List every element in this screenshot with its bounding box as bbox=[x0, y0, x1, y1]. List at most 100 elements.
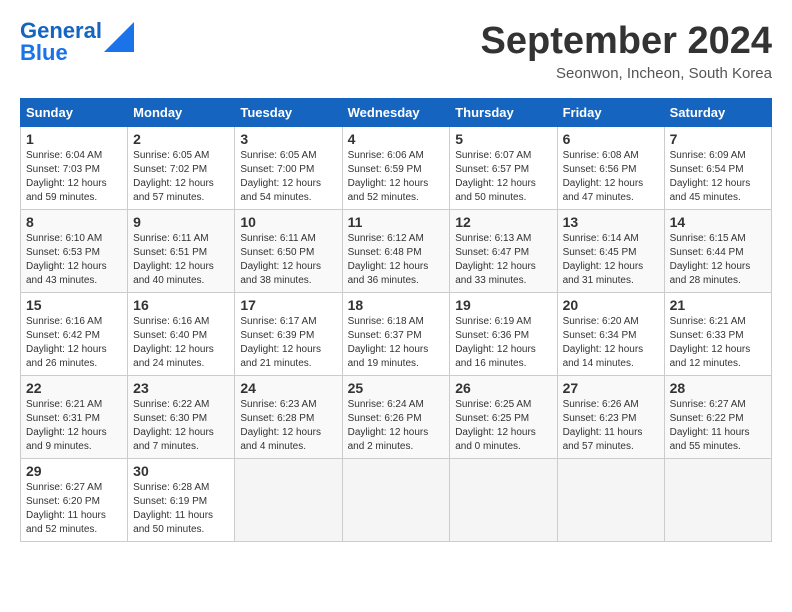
day-info: Sunrise: 6:11 AM Sunset: 6:51 PM Dayligh… bbox=[133, 232, 229, 288]
day-number: 10 bbox=[240, 214, 336, 230]
day-number: 7 bbox=[670, 131, 766, 147]
column-header-saturday: Saturday bbox=[664, 99, 771, 127]
calendar-cell: 25 Sunrise: 6:24 AM Sunset: 6:26 PM Dayli… bbox=[342, 376, 450, 459]
day-number: 27 bbox=[563, 380, 659, 396]
day-info: Sunrise: 6:16 AM Sunset: 6:40 PM Dayligh… bbox=[133, 315, 229, 371]
calendar-week-row: 29Sunrise: 6:27 AM Sunset: 6:20 PM Dayli… bbox=[21, 459, 772, 542]
day-info: Sunrise: 6:23 AM Sunset: 6:28 PM Dayligh… bbox=[240, 398, 336, 454]
calendar-week-row: 15 Sunrise: 6:16 AM Sunset: 6:42 PM Dayli… bbox=[21, 293, 772, 376]
day-number: 19 bbox=[455, 297, 551, 313]
day-info: Sunrise: 6:07 AM Sunset: 6:57 PM Dayligh… bbox=[455, 149, 551, 205]
day-number: 24 bbox=[240, 380, 336, 396]
day-number: 26 bbox=[455, 380, 551, 396]
day-info: Sunrise: 6:05 AM Sunset: 7:00 PM Dayligh… bbox=[240, 149, 336, 205]
calendar-cell bbox=[557, 459, 664, 542]
day-number: 3 bbox=[240, 131, 336, 147]
calendar-cell: 19 Sunrise: 6:19 AM Sunset: 6:36 PM Dayli… bbox=[450, 293, 557, 376]
calendar-cell: 15 Sunrise: 6:16 AM Sunset: 6:42 PM Dayli… bbox=[21, 293, 128, 376]
logo-text: GeneralBlue bbox=[20, 20, 102, 64]
day-number: 22 bbox=[26, 380, 122, 396]
day-info: Sunrise: 6:11 AM Sunset: 6:50 PM Dayligh… bbox=[240, 232, 336, 288]
calendar-header-row: SundayMondayTuesdayWednesdayThursdayFrid… bbox=[21, 99, 772, 127]
column-header-sunday: Sunday bbox=[21, 99, 128, 127]
day-info: Sunrise: 6:27 AM Sunset: 6:22 PM Dayligh… bbox=[670, 398, 766, 454]
day-info: Sunrise: 6:13 AM Sunset: 6:47 PM Dayligh… bbox=[455, 232, 551, 288]
calendar-cell: 14Sunrise: 6:15 AM Sunset: 6:44 PM Dayli… bbox=[664, 210, 771, 293]
day-number: 2 bbox=[133, 131, 229, 147]
day-info: Sunrise: 6:21 AM Sunset: 6:33 PM Dayligh… bbox=[670, 315, 766, 371]
day-info: Sunrise: 6:22 AM Sunset: 6:30 PM Dayligh… bbox=[133, 398, 229, 454]
title-area: September 2024 Seonwon, Incheon, South K… bbox=[481, 20, 773, 82]
page-header: GeneralBlue September 2024 Seonwon, Inch… bbox=[20, 20, 772, 82]
day-number: 17 bbox=[240, 297, 336, 313]
day-number: 20 bbox=[563, 297, 659, 313]
day-info: Sunrise: 6:21 AM Sunset: 6:31 PM Dayligh… bbox=[26, 398, 122, 454]
day-info: Sunrise: 6:25 AM Sunset: 6:25 PM Dayligh… bbox=[455, 398, 551, 454]
day-number: 8 bbox=[26, 214, 122, 230]
day-info: Sunrise: 6:28 AM Sunset: 6:19 PM Dayligh… bbox=[133, 481, 229, 537]
calendar-cell: 27 Sunrise: 6:26 AM Sunset: 6:23 PM Dayli… bbox=[557, 376, 664, 459]
calendar-cell: 21 Sunrise: 6:21 AM Sunset: 6:33 PM Dayli… bbox=[664, 293, 771, 376]
day-info: Sunrise: 6:12 AM Sunset: 6:48 PM Dayligh… bbox=[348, 232, 445, 288]
day-info: Sunrise: 6:06 AM Sunset: 6:59 PM Dayligh… bbox=[348, 149, 445, 205]
calendar-cell: 24 Sunrise: 6:23 AM Sunset: 6:28 PM Dayli… bbox=[235, 376, 342, 459]
day-info: Sunrise: 6:26 AM Sunset: 6:23 PM Dayligh… bbox=[563, 398, 659, 454]
column-header-wednesday: Wednesday bbox=[342, 99, 450, 127]
calendar-cell: 28 Sunrise: 6:27 AM Sunset: 6:22 PM Dayli… bbox=[664, 376, 771, 459]
calendar-cell: 23 Sunrise: 6:22 AM Sunset: 6:30 PM Dayli… bbox=[128, 376, 235, 459]
day-number: 21 bbox=[670, 297, 766, 313]
day-number: 28 bbox=[670, 380, 766, 396]
calendar-cell: 11Sunrise: 6:12 AM Sunset: 6:48 PM Dayli… bbox=[342, 210, 450, 293]
day-number: 14 bbox=[670, 214, 766, 230]
calendar-cell: 8 Sunrise: 6:10 AM Sunset: 6:53 PM Daylig… bbox=[21, 210, 128, 293]
column-header-tuesday: Tuesday bbox=[235, 99, 342, 127]
calendar-cell: 7 Sunrise: 6:09 AM Sunset: 6:54 PM Daylig… bbox=[664, 127, 771, 210]
day-number: 5 bbox=[455, 131, 551, 147]
calendar-cell bbox=[342, 459, 450, 542]
month-title: September 2024 bbox=[481, 20, 773, 63]
calendar-cell: 13Sunrise: 6:14 AM Sunset: 6:45 PM Dayli… bbox=[557, 210, 664, 293]
day-number: 12 bbox=[455, 214, 551, 230]
day-info: Sunrise: 6:16 AM Sunset: 6:42 PM Dayligh… bbox=[26, 315, 122, 371]
calendar-cell: 16 Sunrise: 6:16 AM Sunset: 6:40 PM Dayli… bbox=[128, 293, 235, 376]
calendar-week-row: 8 Sunrise: 6:10 AM Sunset: 6:53 PM Daylig… bbox=[21, 210, 772, 293]
calendar-cell: 29Sunrise: 6:27 AM Sunset: 6:20 PM Dayli… bbox=[21, 459, 128, 542]
day-info: Sunrise: 6:19 AM Sunset: 6:36 PM Dayligh… bbox=[455, 315, 551, 371]
day-number: 15 bbox=[26, 297, 122, 313]
day-number: 4 bbox=[348, 131, 445, 147]
calendar-cell: 4 Sunrise: 6:06 AM Sunset: 6:59 PM Daylig… bbox=[342, 127, 450, 210]
calendar-cell bbox=[664, 459, 771, 542]
day-info: Sunrise: 6:20 AM Sunset: 6:34 PM Dayligh… bbox=[563, 315, 659, 371]
calendar-cell: 3 Sunrise: 6:05 AM Sunset: 7:00 PM Daylig… bbox=[235, 127, 342, 210]
calendar-cell: 6Sunrise: 6:08 AM Sunset: 6:56 PM Daylig… bbox=[557, 127, 664, 210]
calendar-cell: 12 Sunrise: 6:13 AM Sunset: 6:47 PM Dayli… bbox=[450, 210, 557, 293]
day-info: Sunrise: 6:09 AM Sunset: 6:54 PM Dayligh… bbox=[670, 149, 766, 205]
day-info: Sunrise: 6:04 AM Sunset: 7:03 PM Dayligh… bbox=[26, 149, 122, 205]
day-number: 9 bbox=[133, 214, 229, 230]
location-title: Seonwon, Incheon, South Korea bbox=[481, 65, 773, 82]
day-info: Sunrise: 6:18 AM Sunset: 6:37 PM Dayligh… bbox=[348, 315, 445, 371]
column-header-thursday: Thursday bbox=[450, 99, 557, 127]
calendar-cell bbox=[235, 459, 342, 542]
calendar-cell: 30Sunrise: 6:28 AM Sunset: 6:19 PM Dayli… bbox=[128, 459, 235, 542]
calendar-cell bbox=[450, 459, 557, 542]
day-number: 25 bbox=[348, 380, 445, 396]
calendar-cell: 1 Sunrise: 6:04 AM Sunset: 7:03 PM Daylig… bbox=[21, 127, 128, 210]
calendar-cell: 18Sunrise: 6:18 AM Sunset: 6:37 PM Dayli… bbox=[342, 293, 450, 376]
day-number: 23 bbox=[133, 380, 229, 396]
column-header-monday: Monday bbox=[128, 99, 235, 127]
calendar-cell: 9 Sunrise: 6:11 AM Sunset: 6:51 PM Daylig… bbox=[128, 210, 235, 293]
day-info: Sunrise: 6:05 AM Sunset: 7:02 PM Dayligh… bbox=[133, 149, 229, 205]
calendar-cell: 2 Sunrise: 6:05 AM Sunset: 7:02 PM Daylig… bbox=[128, 127, 235, 210]
day-info: Sunrise: 6:08 AM Sunset: 6:56 PM Dayligh… bbox=[563, 149, 659, 205]
calendar-cell: 20 Sunrise: 6:20 AM Sunset: 6:34 PM Dayli… bbox=[557, 293, 664, 376]
day-info: Sunrise: 6:17 AM Sunset: 6:39 PM Dayligh… bbox=[240, 315, 336, 371]
calendar-cell: 26 Sunrise: 6:25 AM Sunset: 6:25 PM Dayli… bbox=[450, 376, 557, 459]
day-number: 1 bbox=[26, 131, 122, 147]
calendar-week-row: 22 Sunrise: 6:21 AM Sunset: 6:31 PM Dayli… bbox=[21, 376, 772, 459]
day-info: Sunrise: 6:24 AM Sunset: 6:26 PM Dayligh… bbox=[348, 398, 445, 454]
day-number: 16 bbox=[133, 297, 229, 313]
logo-arrow-icon bbox=[104, 22, 134, 52]
day-number: 13 bbox=[563, 214, 659, 230]
day-info: Sunrise: 6:10 AM Sunset: 6:53 PM Dayligh… bbox=[26, 232, 122, 288]
